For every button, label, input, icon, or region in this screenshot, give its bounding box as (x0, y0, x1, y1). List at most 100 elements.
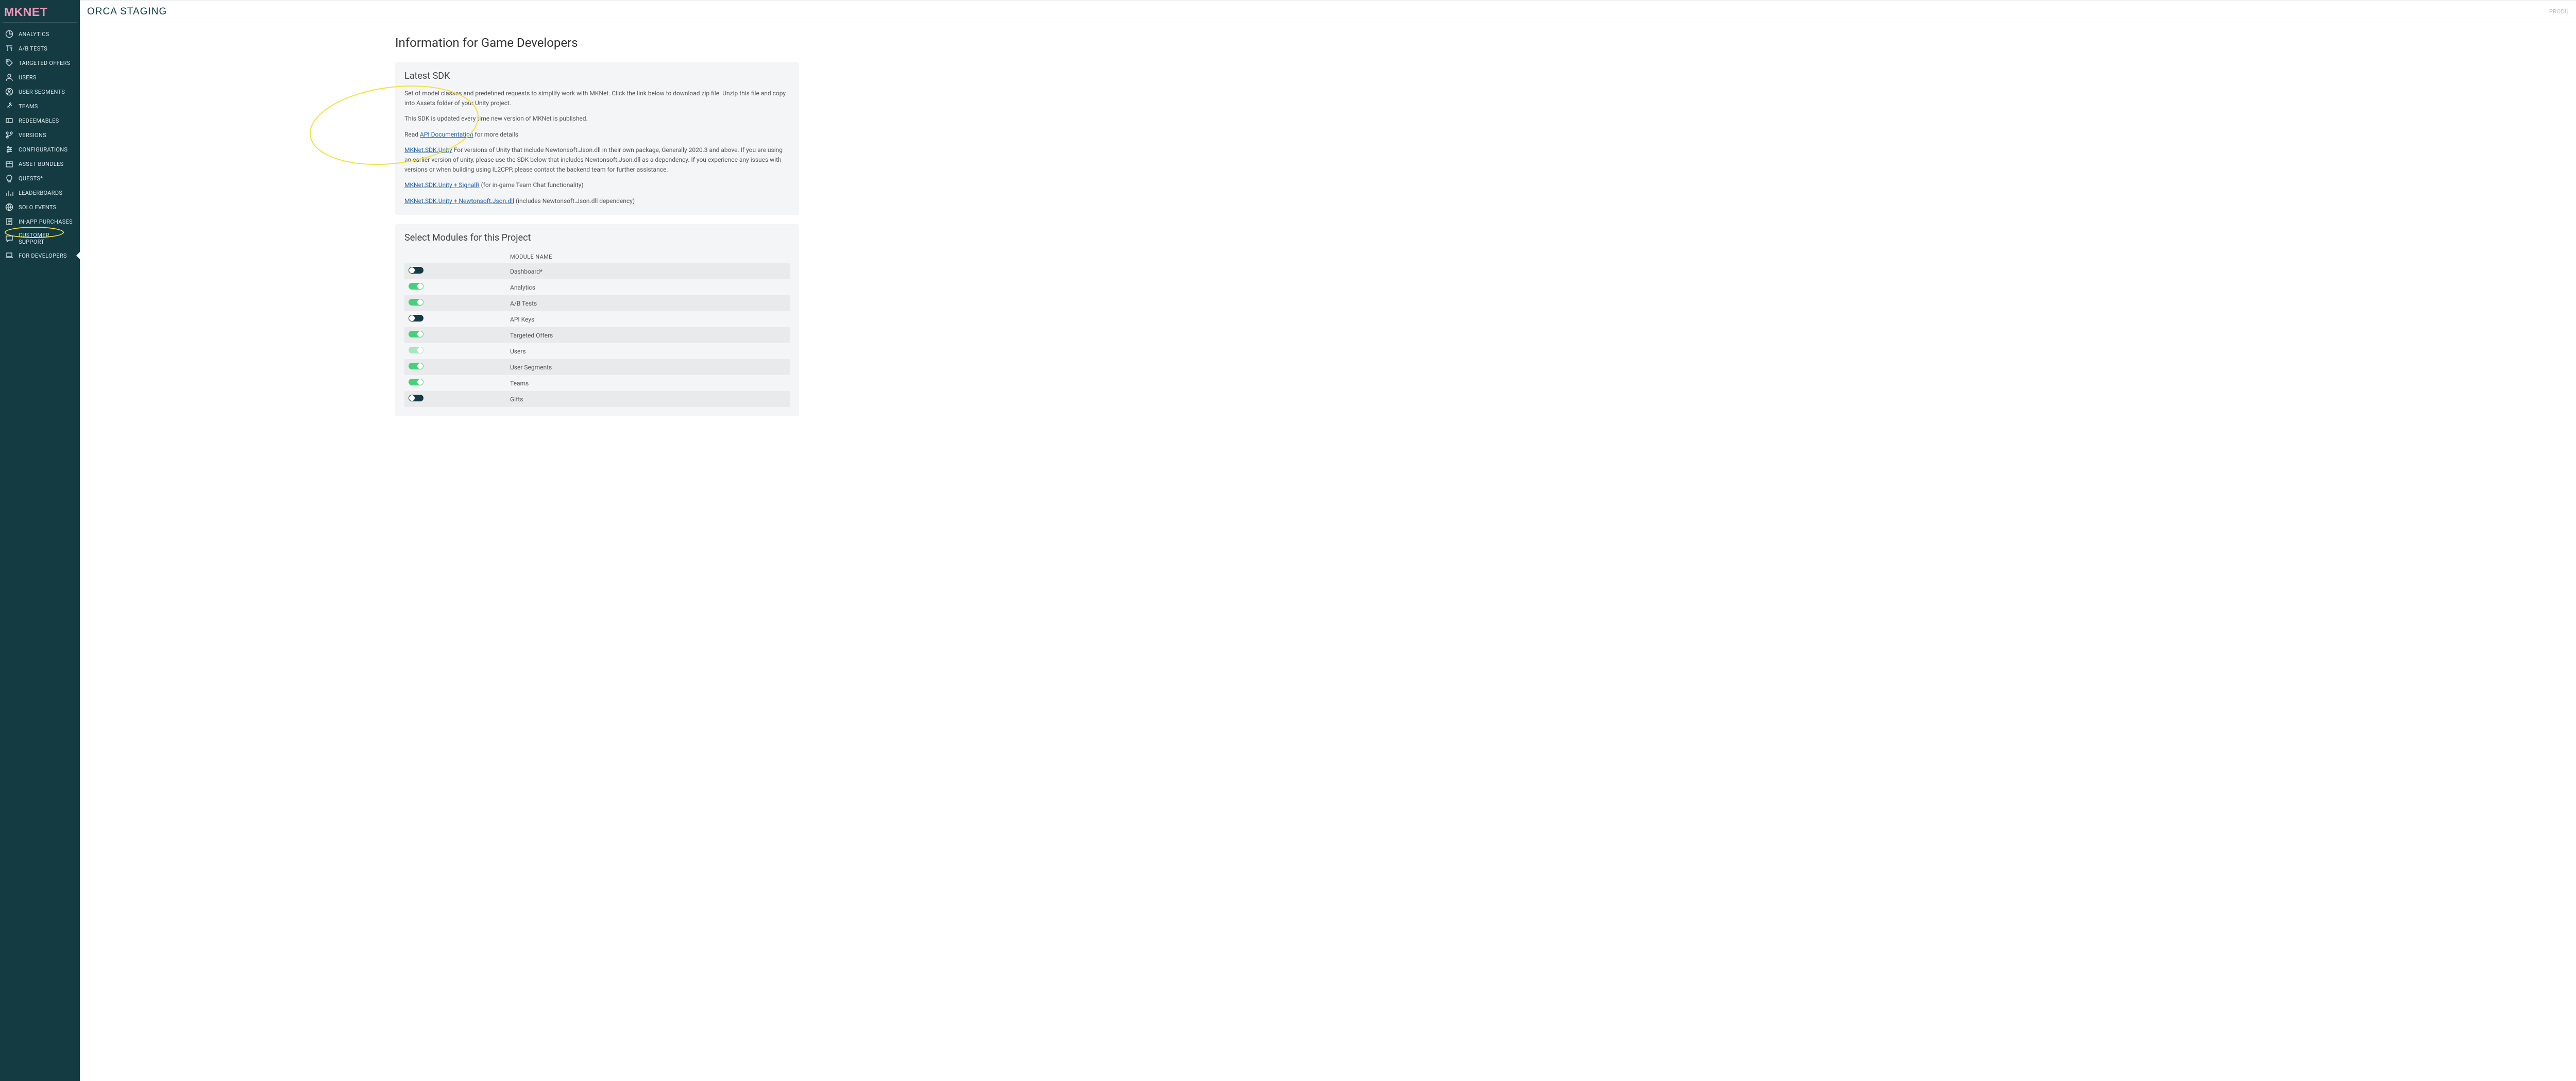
sidebar-item-versions[interactable]: VERSIONS (0, 128, 80, 142)
sidebar-item-label: FOR DEVELOPERS (19, 252, 67, 259)
module-toggle[interactable] (409, 299, 423, 306)
sdk-newtonsoft-note: MKNet.SDK.Unity + Newtonsoft.Json.dll (i… (404, 196, 790, 206)
module-row: User Segments (404, 359, 790, 375)
sidebar-item-label: A/B TESTS (19, 45, 47, 52)
module-name: Targeted Offers (510, 332, 553, 339)
sidebar: MKNET ANALYTICS A/B TESTS TARGETED OFFERS U… (0, 0, 80, 1081)
api-documentation-link[interactable]: API Documentation (420, 131, 473, 138)
sdk-update-note: This SDK is updated every time new versi… (404, 114, 790, 124)
module-row: Teams (404, 375, 790, 391)
brand-logo: MKNET (0, 0, 80, 22)
modules-column-header: MODULE NAME (404, 250, 790, 263)
sdk-unity-link[interactable]: MKNet.SDK.Unity (404, 146, 452, 154)
sidebar-item-label: REDEEMABLES (19, 117, 59, 124)
sidebar-item-leaderboards[interactable]: LEADERBOARDS (0, 185, 80, 200)
sidebar-item-label: QUESTS* (19, 175, 43, 182)
divider (3, 22, 77, 23)
sidebar-item-solo-events[interactable]: SOLO EVENTS (0, 200, 80, 214)
sdk-heading: Latest SDK (404, 71, 790, 81)
module-toggle[interactable] (409, 267, 423, 274)
sdk-intro: Set of model classes and predefined requ… (404, 89, 790, 108)
module-name: Users (510, 348, 526, 355)
module-name: Gifts (510, 396, 523, 403)
module-row: Targeted Offers (404, 327, 790, 343)
module-name: Teams (510, 380, 529, 387)
sidebar-item-user-segments[interactable]: USER SEGMENTS (0, 85, 80, 99)
modules-body: Dashboard* Analytics A/B Tests API Keys Targ… (404, 263, 790, 407)
globe-icon (5, 203, 13, 211)
branch-icon (5, 131, 13, 139)
sdk-read-docs: Read API Documentation for more details (404, 130, 790, 140)
page-title: Information for Game Developers (395, 36, 799, 50)
ticket-icon (5, 116, 13, 125)
sdk-signalr-note: MKNet.SDK.Unity + SignalR (for in-game T… (404, 180, 790, 190)
sidebar-item-label: USER SEGMENTS (19, 89, 65, 95)
sidebar-item-label: TARGETED OFFERS (19, 60, 71, 66)
modules-card: Select Modules for this Project MODULE N… (395, 224, 799, 416)
module-name: API Keys (510, 316, 534, 323)
sidebar-item-label: USERS (19, 74, 37, 81)
tag-icon (5, 59, 13, 67)
sidebar-item-label: TEAMS (19, 103, 38, 110)
module-toggle[interactable] (409, 283, 423, 290)
module-toggle[interactable] (409, 379, 423, 385)
sidebar-item-label: ASSET BUNDLES (19, 161, 63, 167)
module-toggle[interactable] (409, 315, 423, 322)
sidebar-item-for-developers[interactable]: FOR DEVELOPERS (0, 248, 80, 263)
module-name: Analytics (510, 284, 535, 291)
sidebar-item-teams[interactable]: TEAMS (0, 99, 80, 113)
sidebar-item-users[interactable]: USERS (0, 70, 80, 85)
sidebar-item-redeemables[interactable]: REDEEMABLES (0, 113, 80, 128)
sidebar-item-label: ANALYTICS (19, 31, 49, 38)
users-icon (5, 88, 13, 96)
module-row: A/B Tests (404, 295, 790, 311)
module-name: A/B Tests (510, 300, 537, 307)
module-toggle[interactable] (409, 363, 423, 369)
chat-icon (5, 234, 13, 243)
sliders-icon (5, 145, 13, 154)
sidebar-item-analytics[interactable]: ANALYTICS (0, 27, 80, 41)
module-toggle[interactable] (409, 395, 423, 401)
latest-sdk-card: Latest SDK Set of model classes and pred… (395, 62, 799, 215)
package-icon (5, 160, 13, 168)
module-row: Gifts (404, 391, 790, 407)
module-toggle[interactable] (409, 347, 423, 353)
module-name: User Segments (510, 364, 552, 371)
sidebar-item-label: CUSTOMER SUPPORT (19, 232, 75, 245)
sidebar-item-label: CONFIGURATIONS (19, 146, 67, 153)
module-row: API Keys (404, 311, 790, 327)
pie-icon (5, 30, 13, 38)
module-row: Dashboard* (404, 263, 790, 279)
sidebar-item-asset-bundles[interactable]: ASSET BUNDLES (0, 157, 80, 171)
sidebar-item-quests[interactable]: QUESTS* (0, 171, 80, 185)
laptop-icon (5, 251, 13, 260)
header-right-link[interactable]: PRODU (2549, 8, 2569, 15)
text-icon (5, 44, 13, 53)
module-toggle[interactable] (409, 331, 423, 337)
header: ORCA STAGING PRODU (80, 0, 2576, 23)
module-row: Analytics (404, 279, 790, 295)
run-icon (5, 102, 13, 110)
user-icon (5, 73, 13, 81)
sidebar-item-configurations[interactable]: CONFIGURATIONS (0, 142, 80, 157)
bulb-icon (5, 174, 13, 182)
sidebar-item-label: IN-APP PURCHASES (19, 218, 73, 225)
bars-icon (5, 189, 13, 197)
sdk-newtonsoft-link[interactable]: MKNet.SDK.Unity + Newtonsoft.Json.dll (404, 197, 514, 205)
sdk-signalr-link[interactable]: MKNet.SDK.Unity + SignalR (404, 181, 480, 189)
module-row: Users (404, 343, 790, 359)
sdk-unity-note: MKNet.SDK.Unity For versions of Unity th… (404, 145, 790, 174)
module-name: Dashboard* (510, 268, 543, 275)
content-scroll[interactable]: Information for Game Developers Latest S… (80, 23, 2576, 1081)
sidebar-item-iap[interactable]: IN-APP PURCHASES (0, 214, 80, 229)
receipt-icon (5, 217, 13, 226)
sidebar-item-label: VERSIONS (19, 132, 46, 139)
sidebar-item-label: SOLO EVENTS (19, 204, 56, 211)
sidebar-item-label: LEADERBOARDS (19, 190, 62, 196)
sidebar-item-abtests[interactable]: A/B TESTS (0, 41, 80, 56)
sidebar-item-targeted-offers[interactable]: TARGETED OFFERS (0, 56, 80, 70)
project-title: ORCA STAGING (87, 6, 167, 18)
sidebar-item-customer-support[interactable]: CUSTOMER SUPPORT (0, 229, 80, 248)
modules-heading: Select Modules for this Project (404, 232, 790, 243)
sidebar-nav: ANALYTICS A/B TESTS TARGETED OFFERS USERS US… (0, 27, 80, 1081)
